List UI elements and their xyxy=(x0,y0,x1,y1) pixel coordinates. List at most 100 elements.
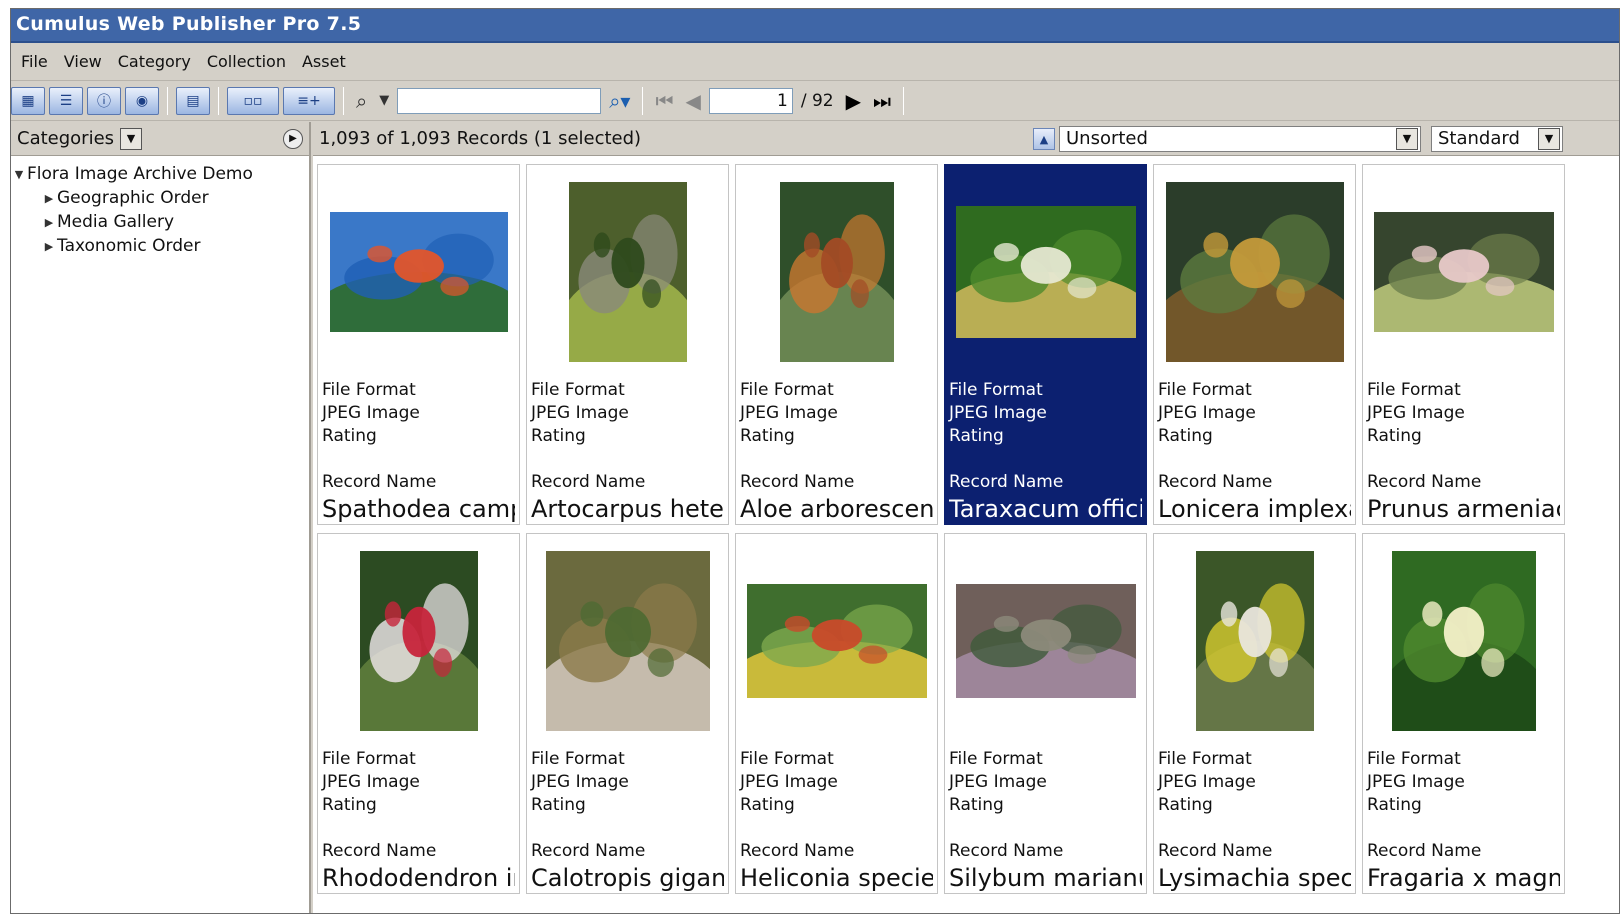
preview-button[interactable]: ◉ xyxy=(125,86,159,115)
collapsed-triangle-icon[interactable]: ▶ xyxy=(41,192,57,205)
record-name-value: Silybum marianum xyxy=(949,864,1142,892)
view-dropdown[interactable]: Standard ▼ xyxy=(1431,126,1563,152)
record-name-label: Record Name xyxy=(1158,841,1273,861)
last-page-icon[interactable]: ⏭ xyxy=(869,89,895,113)
file-format-label: File Format xyxy=(740,749,834,769)
tree-item-label: Geographic Order xyxy=(57,188,209,208)
toolbar-separator xyxy=(903,86,904,115)
record-meta: File Format JPEG Image Rating Record Nam… xyxy=(322,748,515,863)
chevron-down-icon[interactable]: ▼ xyxy=(1538,128,1560,150)
thumbnail-area xyxy=(1158,165,1351,379)
collapsed-triangle-icon[interactable]: ▶ xyxy=(41,240,57,253)
record-card[interactable]: File Format JPEG Image Rating Record Nam… xyxy=(1153,164,1356,525)
file-format-value: JPEG Image xyxy=(949,772,1047,792)
record-name-label: Record Name xyxy=(322,841,437,861)
first-page-icon[interactable]: ⏮ xyxy=(651,89,677,113)
collapsed-triangle-icon[interactable]: ▶ xyxy=(41,216,57,229)
record-card[interactable]: File Format JPEG Image Rating Record Nam… xyxy=(1153,533,1356,894)
find-menu-arrow-icon[interactable]: ▼ xyxy=(375,93,393,108)
record-card[interactable]: File Format JPEG Image Rating Record Nam… xyxy=(735,533,938,894)
list-view-button[interactable]: ☰ xyxy=(49,86,83,115)
record-card[interactable]: File Format JPEG Image Rating Record Nam… xyxy=(944,533,1147,894)
file-format-label: File Format xyxy=(531,380,625,400)
record-meta: File Format JPEG Image Rating Record Nam… xyxy=(1367,748,1560,863)
record-name-value: Taraxacum officinale xyxy=(949,495,1142,523)
dry-undergrowth-photo xyxy=(545,551,710,731)
record-grid: File Format JPEG Image Rating Record Nam… xyxy=(317,164,1619,894)
sort-dropdown[interactable]: Unsorted ▼ xyxy=(1059,126,1421,152)
expanded-triangle-icon[interactable]: ▼ xyxy=(11,168,27,181)
rating-label: Rating xyxy=(740,426,795,446)
menu-asset[interactable]: Asset xyxy=(294,52,354,71)
record-meta: File Format JPEG Image Rating Record Nam… xyxy=(949,748,1142,863)
menu-category[interactable]: Category xyxy=(110,52,199,71)
menu-file[interactable]: File xyxy=(13,52,56,71)
orange-flower-sky-photo xyxy=(329,212,508,332)
record-card[interactable]: File Format JPEG Image Rating Record Nam… xyxy=(317,164,520,525)
thumbnail-area xyxy=(740,165,933,379)
record-name-value: Calotropis gigantea xyxy=(531,864,724,892)
compact-view-button[interactable]: ▫▫ xyxy=(227,86,279,115)
record-card[interactable]: File Format JPEG Image Rating Record Nam… xyxy=(526,164,729,525)
sort-direction-icon[interactable]: ▲ xyxy=(1033,128,1055,150)
rating-value xyxy=(949,817,1142,840)
tree-item-root[interactable]: ▼ Flora Image Archive Demo xyxy=(11,162,309,186)
record-name-value: Aloe arborescens xyxy=(740,495,933,523)
file-format-label: File Format xyxy=(322,380,416,400)
record-meta: File Format JPEG Image Rating Record Nam… xyxy=(1158,748,1351,863)
tree-item-geographic-order[interactable]: ▶ Geographic Order xyxy=(11,186,309,210)
record-card[interactable]: File Format JPEG Image Rating Record Nam… xyxy=(1362,533,1565,894)
menu-view[interactable]: View xyxy=(56,52,110,71)
record-name-value: Spathodea campanulata xyxy=(322,495,515,523)
record-meta: File Format JPEG Image Rating Record Nam… xyxy=(531,379,724,494)
chevron-down-icon[interactable]: ▼ xyxy=(1396,128,1418,150)
heliconia-bloom-photo xyxy=(746,584,927,698)
thumbnail-area xyxy=(1367,165,1560,379)
collapse-pane-icon[interactable]: ▶ xyxy=(283,128,303,149)
cart-button[interactable]: ▤ xyxy=(176,86,210,115)
page-number-field[interactable]: 1 xyxy=(708,87,793,114)
record-card[interactable]: File Format JPEG Image Rating Record Nam… xyxy=(944,164,1147,525)
tree-item-label: Media Gallery xyxy=(57,212,175,232)
tree-item-media-gallery[interactable]: ▶ Media Gallery xyxy=(11,210,309,234)
rating-value xyxy=(322,448,515,471)
rating-label: Rating xyxy=(1367,795,1422,815)
file-format-value: JPEG Image xyxy=(322,772,420,792)
rating-label: Rating xyxy=(531,795,586,815)
record-meta: File Format JPEG Image Rating Record Nam… xyxy=(322,379,515,494)
record-card[interactable]: File Format JPEG Image Rating Record Nam… xyxy=(317,533,520,894)
file-format-value: JPEG Image xyxy=(740,772,838,792)
record-card[interactable]: File Format JPEG Image Rating Record Nam… xyxy=(1362,164,1565,525)
next-page-icon[interactable]: ▶ xyxy=(842,89,865,113)
thumbnail-area xyxy=(949,165,1142,379)
record-name-label: Record Name xyxy=(949,472,1064,492)
rating-value xyxy=(531,817,724,840)
white-azalea-photo xyxy=(359,551,478,731)
record-name-label: Record Name xyxy=(1158,472,1273,492)
menu-collection[interactable]: Collection xyxy=(199,52,294,71)
previous-page-icon[interactable]: ◀ xyxy=(681,89,704,113)
record-name-value: Heliconia species xyxy=(740,864,933,892)
thumbnail-view-button[interactable]: ▦ xyxy=(11,86,45,115)
record-name-label: Record Name xyxy=(1367,472,1482,492)
add-field-button[interactable]: ≡+ xyxy=(283,86,335,115)
thumbnail-area xyxy=(740,534,933,748)
file-format-value: JPEG Image xyxy=(322,403,420,423)
find-icon[interactable]: ⌕ xyxy=(352,89,371,113)
record-card[interactable]: File Format JPEG Image Rating Record Nam… xyxy=(735,164,938,525)
search-input[interactable] xyxy=(397,87,602,114)
file-format-value: JPEG Image xyxy=(1158,403,1256,423)
file-format-value: JPEG Image xyxy=(1367,403,1465,423)
title-bar: Cumulus Web Publisher Pro 7.5 xyxy=(11,9,1619,43)
dandelion-seedhead-photo xyxy=(955,206,1136,338)
record-name-label: Record Name xyxy=(740,472,855,492)
tree-item-taxonomic-order[interactable]: ▶ Taxonomic Order xyxy=(11,234,309,258)
quick-search-icon[interactable]: ⌕▾ xyxy=(605,89,634,113)
file-format-label: File Format xyxy=(949,749,1043,769)
categories-selector[interactable]: Categories ▼ xyxy=(17,127,143,150)
chevron-down-icon[interactable]: ▼ xyxy=(120,127,143,150)
info-button[interactable]: ⓘ xyxy=(87,86,121,115)
cards-icon: ▫▫ xyxy=(243,92,263,109)
record-card[interactable]: File Format JPEG Image Rating Record Nam… xyxy=(526,533,729,894)
record-meta: File Format JPEG Image Rating Record Nam… xyxy=(740,379,933,494)
